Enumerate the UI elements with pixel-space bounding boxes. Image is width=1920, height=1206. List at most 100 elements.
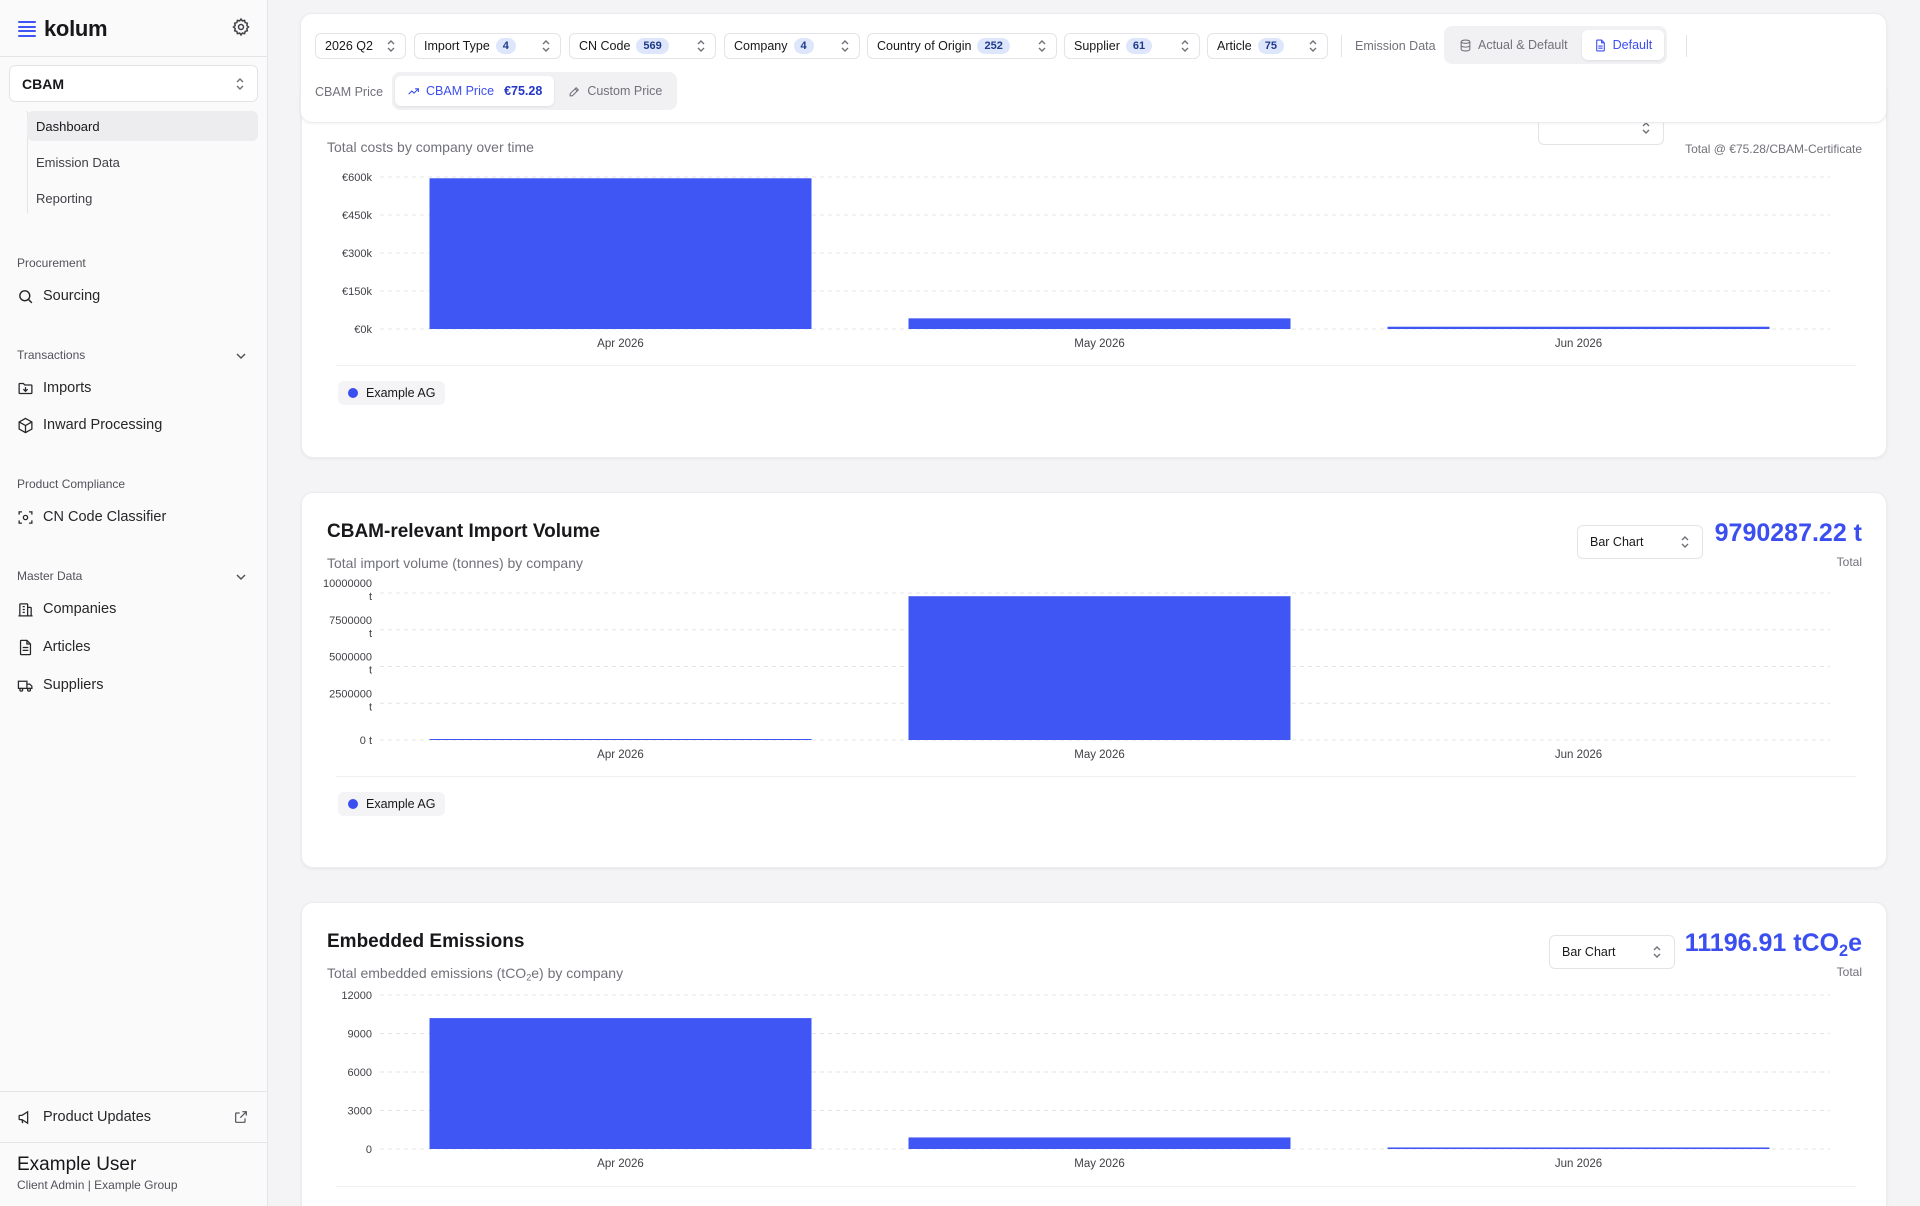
y-tick-label: €0k [354,324,372,336]
kolum-logo-icon [18,20,36,38]
option-label: Custom Price [587,84,663,98]
cbam-price-value: €75.28 [504,84,543,98]
legend-label: Example AG [366,386,436,400]
chevron-down-icon[interactable] [234,570,248,584]
chevron-down-icon[interactable] [234,349,248,363]
sidebar-item-label: Suppliers [43,677,104,693]
brand-name: kolum [44,16,108,41]
filter-label: Company [734,39,788,53]
filter-cn-code[interactable]: CN Code 569 [569,33,716,59]
sidebar-item-label: Articles [43,639,91,655]
legend-dot [348,388,358,398]
y-tick-label: 9000 [348,1029,372,1041]
filter-company[interactable]: Company 4 [724,33,860,59]
divider [0,56,267,57]
chevron-updown-icon [387,40,395,52]
emission-data-toggle: Actual & Default Default [1444,26,1668,64]
price-option-cbam[interactable]: CBAM Price €75.28 [395,76,555,106]
user-role: Client Admin | Example Group [17,1178,178,1192]
emission-option-default[interactable]: Default [1581,30,1665,60]
sub-nav-item-emission-data[interactable]: Emission Data [27,147,258,177]
sidebar-item-articles[interactable]: Articles [17,635,91,659]
document-icon [1595,39,1605,51]
cbam-price-toggle: CBAM Price €75.28 Custom Price [392,72,678,110]
filter-supplier[interactable]: Supplier 61 [1064,33,1200,59]
chevron-updown-icon [697,40,705,52]
sub-nav-item-dashboard[interactable]: Dashboard [27,111,258,141]
volume-bar-chart: 0 t2500000t5000000t7500000t10000000tApr … [323,578,1830,761]
user-name[interactable]: Example User [17,1154,136,1176]
search-icon [19,289,33,303]
bar [1387,326,1770,329]
y-tick-label: €450k [342,210,372,222]
filter-label: Article [1217,39,1252,53]
y-tick-label-unit: t [369,591,372,603]
bar [908,318,1291,329]
divider [336,1186,1856,1187]
building-icon [18,602,33,617]
option-label: CBAM Price [426,84,495,98]
product-updates-link[interactable]: Product Updates [17,1105,151,1129]
chevron-updown-icon [236,77,244,90]
sidebar: kolum CBAM Dashboard Emission Data Repor… [0,0,268,1206]
bar [429,1018,812,1149]
gear-icon[interactable] [231,17,251,37]
legend-dot [348,799,358,809]
sidebar-item-label: Companies [43,601,117,617]
section-label-transactions: Transactions [17,348,86,362]
legend-label: Example AG [366,797,436,811]
sub-nav: Dashboard Emission Data Reporting [27,111,258,219]
x-tick-label: Jun 2026 [1555,1158,1602,1170]
filter-count-badge: 569 [636,38,669,54]
divider [1341,35,1342,57]
x-tick-label: May 2026 [1074,338,1125,350]
bar [908,596,1291,740]
x-tick-label: Apr 2026 [597,1158,644,1170]
sidebar-item-inward-processing[interactable]: Inward Processing [17,413,162,437]
legend-item[interactable]: Example AG [338,792,446,816]
y-tick-label-unit: t [369,628,372,640]
megaphone-icon [18,1110,29,1124]
filter-country-of-origin[interactable]: Country of Origin 252 [867,33,1057,59]
sidebar-item-suppliers[interactable]: Suppliers [17,673,103,697]
module-select[interactable]: CBAM [9,65,258,102]
bar [908,1137,1291,1149]
filter-bar: 2026 Q2 Import Type 4 CN Code 569 Compan… [300,13,1887,123]
brand[interactable]: kolum [18,16,108,42]
filter-count-badge: 252 [977,38,1010,54]
y-tick-label: 10000000 [323,578,372,590]
period-select-label: 2026 Q2 [325,39,373,53]
y-tick-label-unit: t [369,701,372,713]
sidebar-item-sourcing[interactable]: Sourcing [17,284,100,308]
price-option-custom[interactable]: Custom Price [556,76,674,106]
filter-import-type[interactable]: Import Type 4 [414,33,561,59]
period-select[interactable]: 2026 Q2 [315,33,406,59]
external-link-icon[interactable] [233,1109,249,1125]
x-tick-label: Apr 2026 [597,338,644,350]
filter-count-badge: 75 [1257,38,1284,54]
filter-count-badge: 4 [793,38,814,54]
legend-item[interactable]: Example AG [338,381,446,405]
bar [429,178,812,329]
sidebar-item-label: Imports [43,380,92,396]
emission-option-actual-default[interactable]: Actual & Default [1447,30,1580,60]
filter-article[interactable]: Article 75 [1207,33,1328,59]
chevron-updown-icon [1181,40,1189,52]
sidebar-item-cn-code-classifier[interactable]: CN Code Classifier [17,505,166,529]
sidebar-item-companies[interactable]: Companies [17,597,116,621]
chevron-updown-icon [1038,40,1046,52]
y-tick-label: 2500000 [329,688,372,700]
bar [1387,1147,1770,1149]
package-icon [18,417,33,433]
database-icon [1460,39,1471,51]
costs-bar-chart: €0k €150k €300k €450k €600k Apr 2026 May 2026 J… [342,172,1830,350]
pencil-icon [569,86,580,96]
section-label-procurement: Procurement [17,256,86,270]
x-tick-label: Apr 2026 [597,749,644,761]
sub-nav-item-reporting[interactable]: Reporting [27,183,258,213]
section-label-master-data: Master Data [17,569,83,583]
sidebar-item-imports[interactable]: Imports [17,376,91,400]
filter-count-badge: 4 [495,38,516,54]
y-tick-label: 12000 [341,990,372,1002]
filter-label: Import Type [424,39,490,53]
